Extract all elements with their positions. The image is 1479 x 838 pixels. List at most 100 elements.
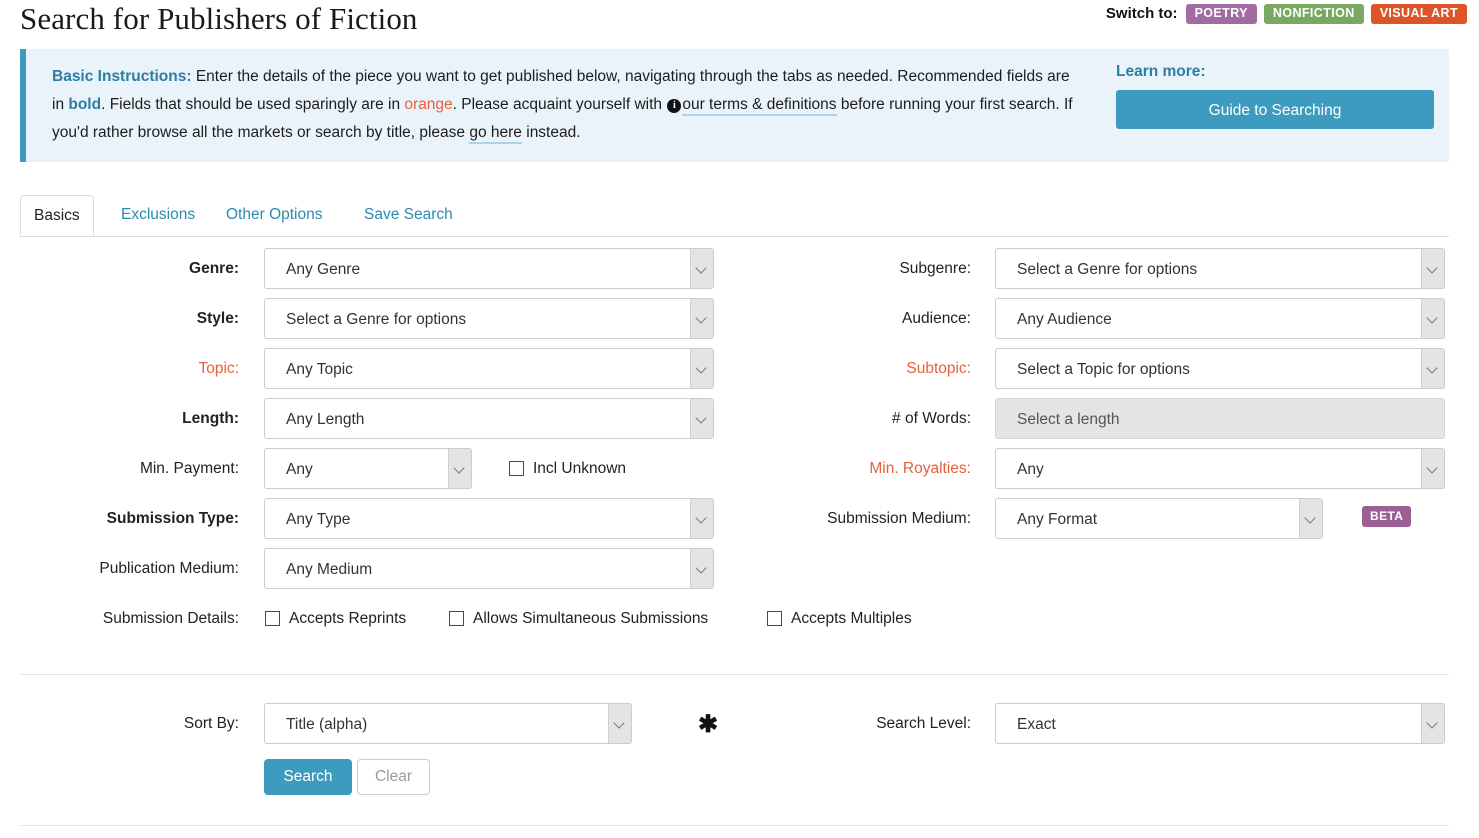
accepts-multiples-label: Accepts Multiples [791,609,912,627]
instructions-orange-word: orange [404,96,453,113]
style-value: Select a Genre for options [286,311,467,328]
section-divider-top [20,674,1449,675]
subtopic-select[interactable]: Select a Topic for options [995,348,1445,389]
switch-to-label: Switch to: [1105,5,1178,23]
search-level-label: Search Level: [876,715,971,732]
instructions-part-3: . Please acquaint yourself with [452,96,667,113]
form-row-genre: Genre: Any Genre Subgenre: Select a Genr… [0,248,1479,298]
genre-label: Genre: [189,260,239,277]
submission-type-value: Any Type [286,511,351,528]
audience-select[interactable]: Any Audience [995,298,1445,339]
accepts-multiples-checkbox[interactable]: Accepts Multiples [767,598,912,639]
subgenre-label: Subgenre: [899,260,971,277]
checkbox-box[interactable] [449,611,464,626]
search-page: Search for Publishers of Fiction Switch … [0,0,1479,838]
audience-label: Audience: [902,310,971,327]
allows-simultaneous-submissions-label: Allows Simultaneous Submissions [473,609,709,627]
incl-unknown-checkbox[interactable]: Incl Unknown [509,448,626,489]
chevron-down-icon [690,349,713,388]
form-row-style: Style: Select a Genre for options Audien… [0,298,1479,348]
min-royalties-label: Min. Royalties: [869,460,971,477]
style-label: Style: [196,310,239,327]
switch-to-group: Switch to: POETRY NONFICTION VISUAL ART [1106,4,1467,24]
learn-more-group: Learn more: Guide to Searching [1116,63,1436,129]
instructions-part-2: . Fields that should be used sparingly a… [101,96,405,113]
checkbox-box[interactable] [265,611,280,626]
instructions-panel: Basic Instructions: Enter the details of… [20,49,1449,162]
chevron-down-icon [690,249,713,288]
form-row-topic: Topic: Any Topic Subtopic: Select a Topi… [0,348,1479,398]
guide-to-searching-button[interactable]: Guide to Searching [1116,90,1434,129]
go-here-link[interactable]: go here [469,124,522,144]
search-button[interactable]: Search [264,759,352,795]
chevron-down-icon [1421,299,1444,338]
num-words-input[interactable]: Select a length [995,398,1445,439]
topic-select[interactable]: Any Topic [264,348,714,389]
chevron-down-icon [690,499,713,538]
instructions-part-5: instead. [521,124,581,141]
tab-basics[interactable]: Basics [20,195,94,236]
tab-bar: Basics Exclusions Other Options Save Sea… [20,195,1449,237]
tab-other-options[interactable]: Other Options [213,195,336,236]
form-row-submission-details: Submission Details: Accepts Reprints All… [0,598,1479,648]
instructions-lead: Basic Instructions: [52,68,192,85]
length-value: Any Length [286,411,365,428]
info-icon: i [667,99,682,113]
form-row-min-payment: Min. Payment: Any Incl Unknown Min. Roya… [0,448,1479,498]
min-payment-value: Any [286,461,313,478]
chevron-down-icon [608,704,631,743]
accepts-reprints-label: Accepts Reprints [289,609,407,627]
min-payment-select[interactable]: Any [264,448,472,489]
switch-badge-poetry[interactable]: POETRY [1185,4,1257,24]
search-form: Genre: Any Genre Subgenre: Select a Genr… [0,248,1479,648]
beta-badge: BETA [1362,506,1412,527]
required-asterisk-icon: ✱ [698,712,719,738]
publication-medium-label: Publication Medium: [99,560,239,577]
submission-type-select[interactable]: Any Type [264,498,714,539]
chevron-down-icon [690,549,713,588]
form-row-length: Length: Any Length # of Words: Select a … [0,398,1479,448]
length-select[interactable]: Any Length [264,398,714,439]
submission-medium-label: Submission Medium: [827,510,971,527]
genre-value: Any Genre [286,261,361,278]
checkbox-box[interactable] [767,611,782,626]
switch-badge-nonfiction[interactable]: NONFICTION [1263,4,1364,24]
section-divider-bottom [20,825,1449,826]
page-header: Search for Publishers of Fiction Switch … [0,0,1479,44]
tab-save-search[interactable]: Save Search [351,195,466,236]
accepts-reprints-checkbox[interactable]: Accepts Reprints [265,598,406,639]
num-words-label: # of Words: [892,410,971,427]
publication-medium-select[interactable]: Any Medium [264,548,714,589]
submission-medium-select[interactable]: Any Format [995,498,1323,539]
chevron-down-icon [448,449,471,488]
num-words-placeholder: Select a length [1017,411,1120,428]
length-label: Length: [182,410,239,427]
genre-select[interactable]: Any Genre [264,248,714,289]
submission-type-label: Submission Type: [106,510,239,527]
tab-underline [20,236,1449,237]
switch-badge-visual-art[interactable]: VISUAL ART [1370,4,1467,24]
allows-simultaneous-submissions-checkbox[interactable]: Allows Simultaneous Submissions [449,598,708,639]
clear-button[interactable]: Clear [357,759,430,795]
chevron-down-icon [1421,704,1444,743]
chevron-down-icon [1421,449,1444,488]
incl-unknown-label: Incl Unknown [533,459,627,477]
terms-and-definitions-link[interactable]: our terms & definitions [682,96,837,116]
submission-medium-value: Any Format [1017,511,1098,528]
subgenre-value: Select a Genre for options [1017,261,1198,278]
search-level-select[interactable]: Exact [995,703,1445,744]
tab-exclusions[interactable]: Exclusions [108,195,208,236]
checkbox-box[interactable] [509,461,524,476]
min-royalties-select[interactable]: Any [995,448,1445,489]
style-select[interactable]: Select a Genre for options [264,298,714,339]
submission-details-label: Submission Details: [102,610,239,627]
sort-by-label: Sort By: [183,715,239,732]
learn-more-label: Learn more: [1116,63,1206,80]
sort-by-select[interactable]: Title (alpha) [264,703,632,744]
min-payment-label: Min. Payment: [139,460,239,477]
page-title: Search for Publishers of Fiction [20,1,418,36]
publication-medium-value: Any Medium [286,561,373,578]
min-royalties-value: Any [1017,461,1044,478]
subgenre-select[interactable]: Select a Genre for options [995,248,1445,289]
search-level-value: Exact [1017,716,1056,733]
